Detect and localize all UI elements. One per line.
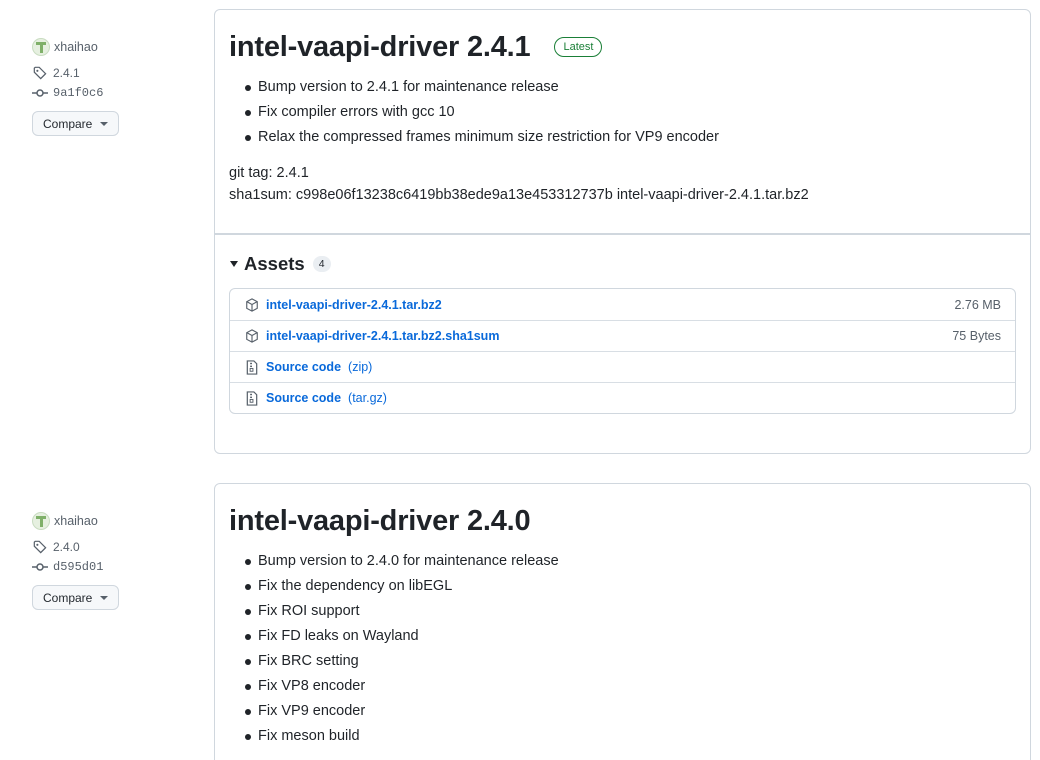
release-notes: Bump version to 2.4.0 for maintenance re…	[229, 549, 1016, 749]
release-header: intel-vaapi-driver 2.4.0	[229, 504, 1016, 538]
list-item: Fix FD leaks on Wayland	[245, 624, 1016, 649]
release-title[interactable]: intel-vaapi-driver 2.4.0	[229, 505, 531, 538]
release-meta: xhaihao 2.4.1 9a1f0c6 Compare	[32, 37, 192, 136]
list-item: Fix VP8 encoder	[245, 674, 1016, 699]
tag-link[interactable]: 2.4.1	[32, 63, 192, 83]
release-header: intel-vaapi-driver 2.4.1 Latest	[229, 30, 1016, 64]
asset-link[interactable]: Source code	[266, 391, 341, 405]
compare-button[interactable]: Compare	[32, 111, 120, 136]
asset-format[interactable]: (tar.gz)	[348, 391, 387, 405]
file-zip-icon	[244, 359, 260, 375]
assets-title: Assets	[244, 253, 305, 274]
author-link[interactable]: xhaihao	[32, 511, 192, 531]
asset-list: intel-vaapi-driver-2.4.1.tar.bz2 2.76 MB…	[229, 288, 1016, 414]
release-card: intel-vaapi-driver 2.4.0 Bump version to…	[214, 483, 1031, 760]
tag-label[interactable]: 2.4.1	[53, 66, 80, 80]
list-item: Fix VP9 encoder	[245, 699, 1016, 724]
avatar[interactable]	[32, 512, 50, 530]
asset-row[interactable]: intel-vaapi-driver-2.4.1.tar.bz2.sha1sum…	[230, 320, 1015, 351]
list-item: Bump version to 2.4.0 for maintenance re…	[245, 549, 1016, 574]
asset-size: 75 Bytes	[952, 329, 1001, 343]
compare-label: Compare	[43, 590, 93, 605]
assets-toggle[interactable]: Assets 4	[229, 251, 1016, 277]
asset-link[interactable]: Source code	[266, 360, 341, 374]
tag-icon	[32, 65, 48, 81]
list-item: Relax the compressed frames minimum size…	[245, 125, 1016, 150]
list-item: Fix BRC setting	[245, 649, 1016, 674]
asset-size: 2.76 MB	[954, 297, 1001, 312]
assets-section: Assets 4 intel-vaapi-driver-2.4.1.tar.bz…	[215, 235, 1030, 414]
release-card: intel-vaapi-driver 2.4.1 Latest Bump ver…	[214, 9, 1031, 454]
commit-icon	[32, 85, 48, 101]
chevron-down-icon	[100, 121, 109, 126]
asset-row[interactable]: intel-vaapi-driver-2.4.1.tar.bz2 2.76 MB	[230, 289, 1015, 320]
compare-label: Compare	[43, 116, 93, 131]
commit-link[interactable]: d595d01	[32, 557, 192, 577]
release-meta: xhaihao 2.4.0 d595d01 Compare	[32, 511, 192, 610]
commit-hash[interactable]: 9a1f0c6	[53, 86, 103, 100]
asset-row[interactable]: Source code (tar.gz)	[230, 382, 1015, 413]
tag-label[interactable]: 2.4.0	[53, 540, 80, 554]
package-icon	[244, 297, 260, 313]
sha-line: sha1sum: c998e06f13238c6419bb38ede9a13e4…	[229, 187, 809, 203]
list-item: Fix meson build	[245, 724, 1016, 749]
list-item: Fix the dependency on libEGL	[245, 574, 1016, 599]
asset-link[interactable]: intel-vaapi-driver-2.4.1.tar.bz2.sha1sum	[266, 329, 499, 343]
latest-badge: Latest	[554, 37, 603, 57]
release-body: intel-vaapi-driver 2.4.1 Latest Bump ver…	[215, 10, 1030, 206]
assets-count-badge: 4	[312, 256, 331, 272]
commit-icon	[32, 559, 48, 575]
tag-link[interactable]: 2.4.0	[32, 537, 192, 557]
git-tag-line: git tag: 2.4.1	[229, 165, 309, 181]
compare-button[interactable]: Compare	[32, 585, 120, 610]
triangle-down-icon	[230, 261, 238, 267]
list-item: Bump version to 2.4.1 for maintenance re…	[245, 75, 1016, 100]
author-name[interactable]: xhaihao	[54, 514, 98, 528]
release-body: intel-vaapi-driver 2.4.0 Bump version to…	[215, 484, 1030, 749]
release-notes: Bump version to 2.4.1 for maintenance re…	[229, 75, 1016, 150]
file-zip-icon	[244, 390, 260, 406]
avatar[interactable]	[32, 38, 50, 56]
asset-format[interactable]: (zip)	[348, 360, 372, 374]
asset-link[interactable]: intel-vaapi-driver-2.4.1.tar.bz2	[266, 298, 442, 312]
author-link[interactable]: xhaihao	[32, 37, 192, 57]
author-name[interactable]: xhaihao	[54, 40, 98, 54]
package-icon	[244, 328, 260, 344]
commit-link[interactable]: 9a1f0c6	[32, 83, 192, 103]
list-item: Fix compiler errors with gcc 10	[245, 100, 1016, 125]
commit-hash[interactable]: d595d01	[53, 560, 103, 574]
list-item: Fix ROI support	[245, 599, 1016, 624]
asset-row[interactable]: Source code (zip)	[230, 351, 1015, 382]
release-title[interactable]: intel-vaapi-driver 2.4.1	[229, 31, 531, 64]
chevron-down-icon	[100, 595, 109, 600]
tag-icon	[32, 539, 48, 555]
